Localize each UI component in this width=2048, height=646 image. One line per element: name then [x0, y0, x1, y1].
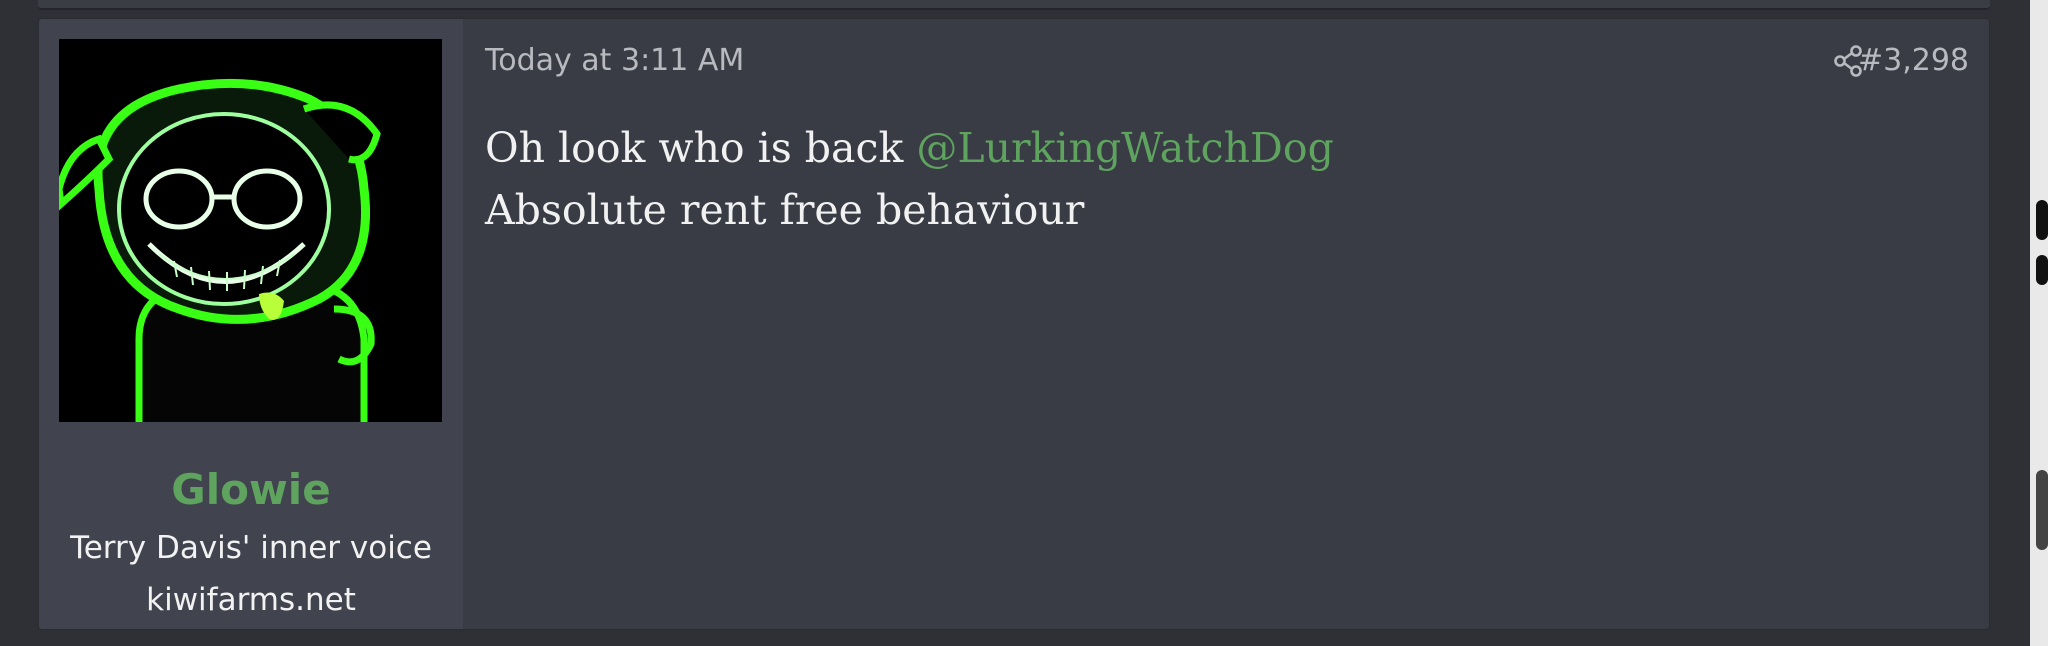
post-body-line-2: Absolute rent free behaviour	[485, 186, 1085, 234]
adjacent-window-edge	[2030, 0, 2048, 646]
user-banner: kiwifarms.net	[146, 582, 356, 618]
post-number[interactable]: #3,298	[1858, 43, 1969, 78]
username[interactable]: Glowie	[39, 465, 463, 514]
edge-mark	[2036, 200, 2048, 240]
edge-mark	[2036, 470, 2048, 550]
user-avatar[interactable]	[59, 39, 442, 422]
previous-post-edge	[38, 0, 1990, 10]
user-title: Terry Davis' inner voice	[70, 530, 432, 566]
post-main: Today at 3:11 AM #3,298 Oh look who is b…	[463, 19, 1989, 629]
avatar-image-neon-dog	[59, 39, 442, 422]
edge-mark	[2036, 255, 2048, 285]
post-user-column: Glowie Terry Davis' inner voice kiwifarm…	[39, 19, 463, 629]
user-mention-link[interactable]: @LurkingWatchDog	[916, 124, 1334, 172]
post-body-text-1: Oh look who is back	[485, 124, 917, 172]
post-body: Oh look who is back @LurkingWatchDog Abs…	[485, 117, 1334, 241]
forum-post: Glowie Terry Davis' inner voice kiwifarm…	[38, 18, 1990, 630]
post-body-line-1: Oh look who is back @LurkingWatchDog	[485, 117, 1334, 179]
post-date[interactable]: Today at 3:11 AM	[485, 43, 744, 78]
